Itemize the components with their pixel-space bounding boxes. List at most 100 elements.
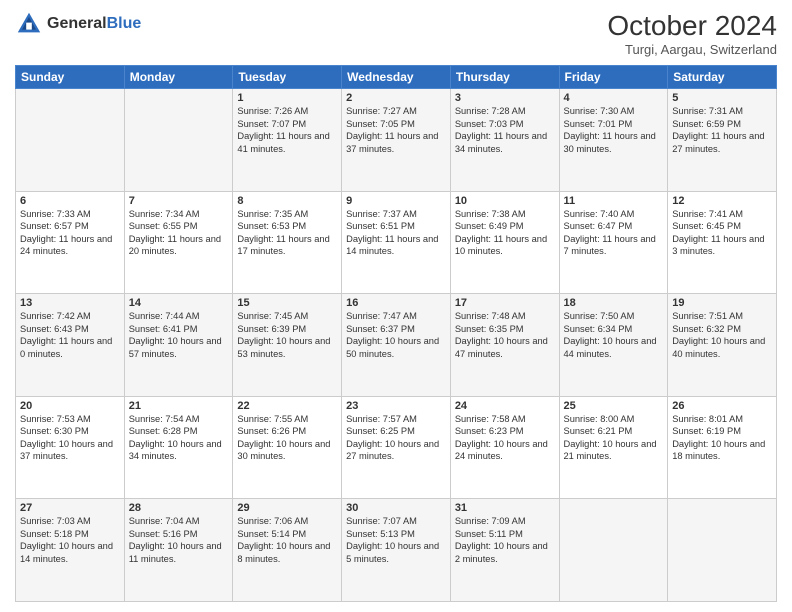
calendar-header-row: SundayMondayTuesdayWednesdayThursdayFrid… [16, 66, 777, 89]
day-info: Sunrise: 7:04 AM Sunset: 5:16 PM Dayligh… [129, 515, 229, 565]
calendar-week-5: 27Sunrise: 7:03 AM Sunset: 5:18 PM Dayli… [16, 499, 777, 602]
calendar-cell: 22Sunrise: 7:55 AM Sunset: 6:26 PM Dayli… [233, 396, 342, 499]
calendar-table: SundayMondayTuesdayWednesdayThursdayFrid… [15, 65, 777, 602]
day-number: 17 [455, 297, 555, 309]
day-info: Sunrise: 7:55 AM Sunset: 6:26 PM Dayligh… [237, 413, 337, 463]
day-number: 25 [564, 400, 664, 412]
day-number: 20 [20, 400, 120, 412]
logo-general: General [47, 15, 107, 32]
day-number: 7 [129, 195, 229, 207]
day-number: 27 [20, 502, 120, 514]
day-info: Sunrise: 7:58 AM Sunset: 6:23 PM Dayligh… [455, 413, 555, 463]
day-number: 3 [455, 92, 555, 104]
calendar-cell: 12Sunrise: 7:41 AM Sunset: 6:45 PM Dayli… [668, 191, 777, 294]
day-info: Sunrise: 7:44 AM Sunset: 6:41 PM Dayligh… [129, 310, 229, 360]
calendar-cell: 14Sunrise: 7:44 AM Sunset: 6:41 PM Dayli… [124, 294, 233, 397]
page: GeneralBlue October 2024 Turgi, Aargau, … [0, 0, 792, 612]
title-block: October 2024 Turgi, Aargau, Switzerland [607, 10, 777, 57]
calendar-cell: 17Sunrise: 7:48 AM Sunset: 6:35 PM Dayli… [450, 294, 559, 397]
day-number: 22 [237, 400, 337, 412]
day-number: 4 [564, 92, 664, 104]
day-number: 29 [237, 502, 337, 514]
calendar-header-wednesday: Wednesday [342, 66, 451, 89]
calendar-cell: 25Sunrise: 8:00 AM Sunset: 6:21 PM Dayli… [559, 396, 668, 499]
day-info: Sunrise: 7:26 AM Sunset: 7:07 PM Dayligh… [237, 105, 337, 155]
day-info: Sunrise: 7:53 AM Sunset: 6:30 PM Dayligh… [20, 413, 120, 463]
calendar-week-2: 6Sunrise: 7:33 AM Sunset: 6:57 PM Daylig… [16, 191, 777, 294]
calendar-week-3: 13Sunrise: 7:42 AM Sunset: 6:43 PM Dayli… [16, 294, 777, 397]
day-number: 5 [672, 92, 772, 104]
calendar-cell: 20Sunrise: 7:53 AM Sunset: 6:30 PM Dayli… [16, 396, 125, 499]
calendar-cell: 23Sunrise: 7:57 AM Sunset: 6:25 PM Dayli… [342, 396, 451, 499]
day-info: Sunrise: 7:03 AM Sunset: 5:18 PM Dayligh… [20, 515, 120, 565]
day-info: Sunrise: 7:47 AM Sunset: 6:37 PM Dayligh… [346, 310, 446, 360]
day-number: 6 [20, 195, 120, 207]
calendar-cell: 31Sunrise: 7:09 AM Sunset: 5:11 PM Dayli… [450, 499, 559, 602]
day-info: Sunrise: 7:35 AM Sunset: 6:53 PM Dayligh… [237, 208, 337, 258]
day-info: Sunrise: 7:45 AM Sunset: 6:39 PM Dayligh… [237, 310, 337, 360]
day-number: 2 [346, 92, 446, 104]
calendar-cell: 1Sunrise: 7:26 AM Sunset: 7:07 PM Daylig… [233, 89, 342, 192]
calendar-cell: 29Sunrise: 7:06 AM Sunset: 5:14 PM Dayli… [233, 499, 342, 602]
day-number: 16 [346, 297, 446, 309]
calendar-header-thursday: Thursday [450, 66, 559, 89]
day-info: Sunrise: 8:01 AM Sunset: 6:19 PM Dayligh… [672, 413, 772, 463]
calendar-week-4: 20Sunrise: 7:53 AM Sunset: 6:30 PM Dayli… [16, 396, 777, 499]
day-number: 19 [672, 297, 772, 309]
day-info: Sunrise: 7:31 AM Sunset: 6:59 PM Dayligh… [672, 105, 772, 155]
day-info: Sunrise: 7:50 AM Sunset: 6:34 PM Dayligh… [564, 310, 664, 360]
day-info: Sunrise: 7:38 AM Sunset: 6:49 PM Dayligh… [455, 208, 555, 258]
day-info: Sunrise: 7:33 AM Sunset: 6:57 PM Dayligh… [20, 208, 120, 258]
day-number: 24 [455, 400, 555, 412]
calendar-header-saturday: Saturday [668, 66, 777, 89]
day-info: Sunrise: 7:42 AM Sunset: 6:43 PM Dayligh… [20, 310, 120, 360]
header: GeneralBlue October 2024 Turgi, Aargau, … [15, 10, 777, 57]
calendar-cell: 10Sunrise: 7:38 AM Sunset: 6:49 PM Dayli… [450, 191, 559, 294]
calendar-header-friday: Friday [559, 66, 668, 89]
day-number: 13 [20, 297, 120, 309]
calendar-cell: 6Sunrise: 7:33 AM Sunset: 6:57 PM Daylig… [16, 191, 125, 294]
day-number: 12 [672, 195, 772, 207]
day-info: Sunrise: 8:00 AM Sunset: 6:21 PM Dayligh… [564, 413, 664, 463]
calendar-cell: 16Sunrise: 7:47 AM Sunset: 6:37 PM Dayli… [342, 294, 451, 397]
day-info: Sunrise: 7:34 AM Sunset: 6:55 PM Dayligh… [129, 208, 229, 258]
day-info: Sunrise: 7:54 AM Sunset: 6:28 PM Dayligh… [129, 413, 229, 463]
calendar-cell: 15Sunrise: 7:45 AM Sunset: 6:39 PM Dayli… [233, 294, 342, 397]
logo: GeneralBlue [15, 10, 141, 38]
calendar-cell: 9Sunrise: 7:37 AM Sunset: 6:51 PM Daylig… [342, 191, 451, 294]
month-title: October 2024 [607, 10, 777, 42]
calendar-cell: 4Sunrise: 7:30 AM Sunset: 7:01 PM Daylig… [559, 89, 668, 192]
day-info: Sunrise: 7:37 AM Sunset: 6:51 PM Dayligh… [346, 208, 446, 258]
logo-icon [15, 10, 43, 38]
location: Turgi, Aargau, Switzerland [607, 42, 777, 57]
day-number: 1 [237, 92, 337, 104]
calendar-cell: 8Sunrise: 7:35 AM Sunset: 6:53 PM Daylig… [233, 191, 342, 294]
day-info: Sunrise: 7:41 AM Sunset: 6:45 PM Dayligh… [672, 208, 772, 258]
day-info: Sunrise: 7:30 AM Sunset: 7:01 PM Dayligh… [564, 105, 664, 155]
day-number: 14 [129, 297, 229, 309]
day-number: 9 [346, 195, 446, 207]
calendar-cell: 26Sunrise: 8:01 AM Sunset: 6:19 PM Dayli… [668, 396, 777, 499]
calendar-cell: 13Sunrise: 7:42 AM Sunset: 6:43 PM Dayli… [16, 294, 125, 397]
day-number: 8 [237, 195, 337, 207]
calendar-header-sunday: Sunday [16, 66, 125, 89]
day-number: 11 [564, 195, 664, 207]
day-number: 28 [129, 502, 229, 514]
day-number: 10 [455, 195, 555, 207]
calendar-cell: 21Sunrise: 7:54 AM Sunset: 6:28 PM Dayli… [124, 396, 233, 499]
calendar-cell: 5Sunrise: 7:31 AM Sunset: 6:59 PM Daylig… [668, 89, 777, 192]
calendar-cell: 19Sunrise: 7:51 AM Sunset: 6:32 PM Dayli… [668, 294, 777, 397]
calendar-cell [16, 89, 125, 192]
day-number: 31 [455, 502, 555, 514]
day-info: Sunrise: 7:48 AM Sunset: 6:35 PM Dayligh… [455, 310, 555, 360]
day-info: Sunrise: 7:40 AM Sunset: 6:47 PM Dayligh… [564, 208, 664, 258]
calendar-cell: 18Sunrise: 7:50 AM Sunset: 6:34 PM Dayli… [559, 294, 668, 397]
logo-text: GeneralBlue [47, 15, 141, 33]
calendar-cell: 3Sunrise: 7:28 AM Sunset: 7:03 PM Daylig… [450, 89, 559, 192]
calendar-cell: 7Sunrise: 7:34 AM Sunset: 6:55 PM Daylig… [124, 191, 233, 294]
day-info: Sunrise: 7:09 AM Sunset: 5:11 PM Dayligh… [455, 515, 555, 565]
day-info: Sunrise: 7:51 AM Sunset: 6:32 PM Dayligh… [672, 310, 772, 360]
calendar-cell [559, 499, 668, 602]
day-number: 18 [564, 297, 664, 309]
day-info: Sunrise: 7:28 AM Sunset: 7:03 PM Dayligh… [455, 105, 555, 155]
